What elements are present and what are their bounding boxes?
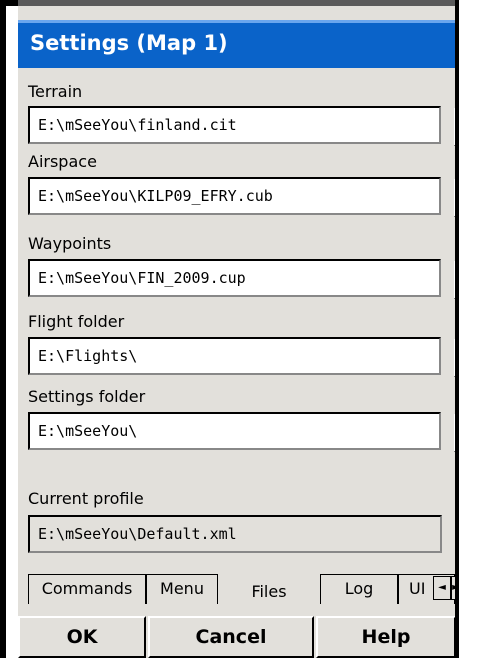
airspace-path-field[interactable]: E:\mSeeYou\KILP09_EFRY.cub [28, 177, 441, 215]
terrain-path-field[interactable]: E:\mSeeYou\finland.cit [28, 106, 441, 144]
tab-log[interactable]: Log [320, 574, 398, 604]
tab-strip: Commands Menu Files Log UI ◄ ► [28, 572, 455, 606]
settings-dialog: Settings (Map 1) Terrain E:\mSeeYou\finl… [18, 6, 455, 658]
current-profile-label: Current profile [28, 489, 144, 508]
current-profile-field: E:\mSeeYou\Default.xml [28, 515, 442, 553]
ok-button[interactable]: OK [18, 616, 146, 658]
settings-folder-field[interactable]: E:\mSeeYou\ [28, 412, 441, 450]
flight-folder-browse-button[interactable]: ... [454, 339, 455, 377]
waypoints-label: Waypoints [28, 234, 112, 253]
settings-folder-label: Settings folder [28, 387, 146, 406]
button-bar: OK Cancel Help [18, 616, 455, 658]
tab-scroll-left-icon[interactable]: ◄ [433, 576, 451, 600]
cancel-button[interactable]: Cancel [148, 616, 314, 658]
waypoints-browse-button[interactable]: ... [454, 261, 455, 299]
flight-folder-field[interactable]: E:\Flights\ [28, 337, 441, 375]
waypoints-path-field[interactable]: E:\mSeeYou\FIN_2009.cup [28, 259, 441, 297]
settings-folder-browse-button[interactable]: ... [454, 414, 455, 452]
tab-commands[interactable]: Commands [28, 574, 146, 604]
frame-edge [0, 0, 6, 658]
flight-folder-label: Flight folder [28, 312, 125, 331]
terrain-browse-button[interactable]: ... [454, 108, 455, 146]
background [459, 0, 504, 658]
airspace-label: Airspace [28, 152, 97, 171]
help-button[interactable]: Help [316, 616, 455, 658]
terrain-label: Terrain [28, 82, 83, 101]
airspace-browse-button[interactable]: ... [454, 179, 455, 217]
window-title: Settings (Map 1) [30, 31, 228, 55]
tab-files[interactable]: Files [218, 572, 320, 606]
tab-scroll-right-icon[interactable]: ► [451, 576, 455, 600]
tab-menu[interactable]: Menu [146, 574, 218, 604]
title-bar: Settings (Map 1) [18, 20, 455, 68]
